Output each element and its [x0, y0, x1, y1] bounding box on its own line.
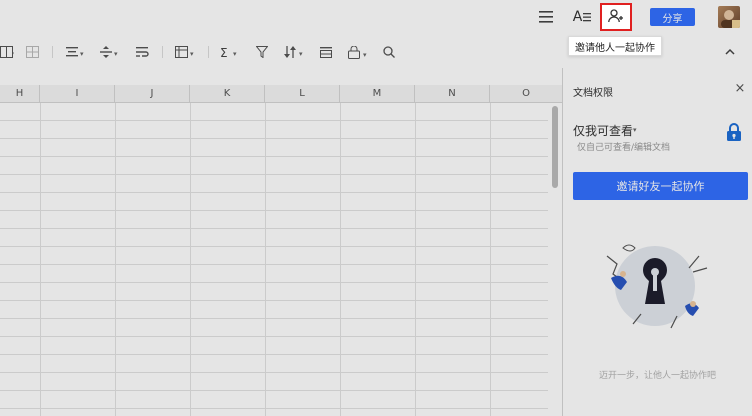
- add-user-icon: [608, 8, 624, 27]
- spreadsheet-grid[interactable]: H I J K L M N O: [0, 85, 562, 416]
- cell-gridlines: [0, 103, 548, 416]
- column-header[interactable]: I: [40, 85, 115, 102]
- permission-description: 仅自己可查看/编辑文档: [577, 143, 671, 153]
- permission-panel: 文档权限 × 仅我可查看 ▾ 仅自己可查看/编辑文档 邀请好友一起协作 迈开一步…: [563, 68, 752, 416]
- panel-title: 文档权限: [573, 88, 613, 99]
- table-icon[interactable]: [26, 44, 40, 60]
- collaboration-illustration: [593, 228, 713, 338]
- valign-icon[interactable]: ▾: [100, 44, 120, 60]
- svg-text:▾: ▾: [299, 50, 303, 58]
- svg-text:▾: ▾: [363, 51, 367, 59]
- align-icon[interactable]: ▾: [66, 44, 86, 60]
- svg-text:▾: ▾: [233, 50, 237, 58]
- protect-icon[interactable]: ▾: [348, 44, 372, 60]
- search-icon[interactable]: [383, 44, 395, 60]
- hint-text: 迈开一步，让他人一起协作吧: [598, 371, 716, 381]
- font-size-icon[interactable]: A: [571, 6, 593, 28]
- column-header[interactable]: K: [190, 85, 265, 102]
- font-size-label: A: [572, 9, 583, 25]
- svg-text:▾: ▾: [80, 50, 84, 58]
- column-header[interactable]: H: [0, 85, 40, 102]
- toolbar-divider: [162, 46, 163, 58]
- freeze-icon[interactable]: [320, 44, 332, 60]
- chevron-up-icon[interactable]: [722, 44, 738, 60]
- lock-icon: [726, 122, 742, 142]
- top-bar: A 分享: [0, 0, 752, 34]
- invite-tooltip: 邀请他人一起协作: [568, 36, 662, 56]
- column-header[interactable]: O: [490, 85, 562, 102]
- sum-icon[interactable]: Σ ▾: [220, 44, 242, 60]
- column-header[interactable]: L: [265, 85, 340, 102]
- add-user-button[interactable]: [600, 3, 632, 31]
- toolbar-divider: [208, 46, 209, 58]
- column-header-row: H I J K L M N O: [0, 85, 562, 103]
- svg-text:▾: ▾: [13, 50, 14, 58]
- wrap-icon[interactable]: [136, 44, 150, 60]
- menu-icon[interactable]: [536, 7, 556, 27]
- svg-text:▾: ▾: [114, 50, 118, 58]
- avatar[interactable]: [718, 6, 740, 28]
- svg-text:▾: ▾: [190, 50, 194, 58]
- merge-icon[interactable]: ▾: [0, 44, 14, 60]
- close-icon[interactable]: ×: [733, 82, 747, 96]
- column-header[interactable]: M: [340, 85, 415, 102]
- share-button[interactable]: 分享: [650, 8, 695, 26]
- permission-selector[interactable]: 仅我可查看: [573, 122, 633, 139]
- sort-icon[interactable]: ▾: [284, 44, 306, 60]
- column-header[interactable]: J: [115, 85, 190, 102]
- chevron-down-icon[interactable]: ▾: [633, 126, 637, 134]
- toolbar-divider: [52, 46, 53, 58]
- invite-friends-button[interactable]: 邀请好友一起协作: [573, 172, 748, 200]
- vertical-scrollbar[interactable]: [552, 106, 558, 188]
- svg-text:Σ: Σ: [220, 46, 228, 58]
- filter-icon[interactable]: [256, 44, 268, 60]
- column-header[interactable]: N: [415, 85, 490, 102]
- fill-icon[interactable]: ▾: [175, 44, 197, 60]
